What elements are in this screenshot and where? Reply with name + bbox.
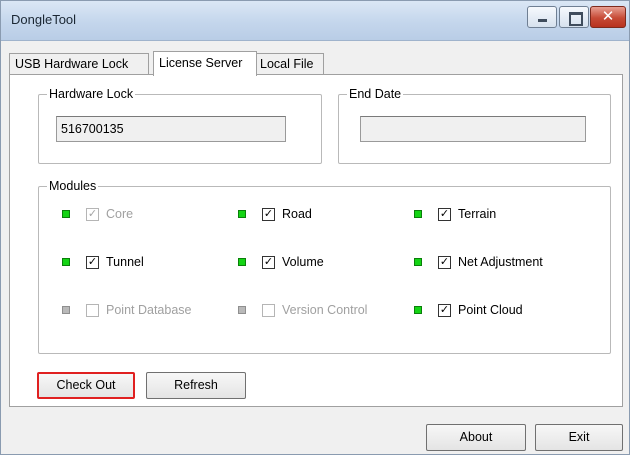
exit-button[interactable]: Exit	[535, 424, 623, 451]
check-icon: ✓	[263, 207, 274, 220]
module-checkbox[interactable]: ✓	[86, 255, 99, 269]
check-icon: ✓	[87, 207, 98, 220]
module-volume[interactable]: ✓ Volume	[238, 254, 324, 270]
modules-legend: Modules	[47, 179, 99, 193]
status-led-icon	[414, 306, 422, 314]
check-icon: ✓	[439, 207, 450, 220]
status-led-icon	[414, 258, 422, 266]
module-label: Tunnel	[106, 255, 144, 269]
status-led-icon	[62, 210, 70, 218]
status-led-icon	[62, 306, 70, 314]
module-label: Volume	[282, 255, 324, 269]
title-bar[interactable]: DongleTool ✕	[1, 1, 629, 41]
minimize-button[interactable]	[527, 6, 557, 28]
close-icon: ✕	[601, 8, 615, 25]
module-tunnel[interactable]: ✓ Tunnel	[62, 254, 144, 270]
hardware-lock-legend: Hardware Lock	[47, 87, 136, 101]
module-terrain[interactable]: ✓ Terrain	[414, 206, 496, 222]
check-icon: ✓	[87, 255, 98, 268]
status-led-icon	[62, 258, 70, 266]
module-checkbox[interactable]: ✓	[262, 255, 275, 269]
module-label: Terrain	[458, 207, 497, 221]
end-date-group: End Date	[338, 87, 611, 164]
module-label: Version Control	[282, 303, 368, 317]
module-label: Core	[106, 207, 134, 221]
window-title: DongleTool	[11, 12, 77, 27]
check-icon: ✓	[439, 303, 450, 316]
refresh-button[interactable]: Refresh	[146, 372, 246, 399]
module-checkbox	[86, 303, 99, 317]
module-checkbox	[262, 303, 275, 317]
close-button[interactable]: ✕	[590, 6, 626, 28]
module-label: Point Database	[106, 303, 192, 317]
dongletool-window: DongleTool ✕ USB Hardware Lock License S…	[0, 0, 630, 455]
module-point-cloud[interactable]: ✓ Point Cloud	[414, 302, 523, 318]
module-label: Road	[282, 207, 312, 221]
module-checkbox[interactable]: ✓	[262, 207, 275, 221]
check-icon: ✓	[263, 255, 274, 268]
hardware-lock-field[interactable]: 516700135	[56, 116, 286, 142]
module-label: Net Adjustment	[458, 255, 543, 269]
module-checkbox[interactable]: ✓	[438, 303, 451, 317]
tab-local-file[interactable]: Local File	[254, 53, 324, 74]
module-net-adjustment[interactable]: ✓ Net Adjustment	[414, 254, 543, 270]
check-out-button[interactable]: Check Out	[37, 372, 135, 399]
status-led-icon	[414, 210, 422, 218]
hardware-lock-group: Hardware Lock 516700135	[38, 87, 322, 164]
module-checkbox: ✓	[86, 207, 99, 221]
module-checkbox[interactable]: ✓	[438, 255, 451, 269]
maximize-button[interactable]	[559, 6, 589, 28]
module-label: Point Cloud	[458, 303, 523, 317]
end-date-field[interactable]	[360, 116, 586, 142]
tab-license-server[interactable]: License Server	[153, 51, 257, 76]
check-icon: ✓	[439, 255, 450, 268]
status-led-icon	[238, 306, 246, 314]
license-server-panel: Hardware Lock 516700135 End Date Modules…	[9, 74, 623, 407]
status-led-icon	[238, 258, 246, 266]
end-date-legend: End Date	[347, 87, 404, 101]
about-button[interactable]: About	[426, 424, 526, 451]
module-version-control: Version Control	[238, 302, 367, 318]
status-led-icon	[238, 210, 246, 218]
tab-usb-hardware-lock[interactable]: USB Hardware Lock	[9, 53, 149, 74]
module-checkbox[interactable]: ✓	[438, 207, 451, 221]
module-road[interactable]: ✓ Road	[238, 206, 312, 222]
module-core: ✓ Core	[62, 206, 133, 222]
module-point-database: Point Database	[62, 302, 191, 318]
modules-group: Modules ✓ Core ✓ Road ✓ Terrain ✓ Tunnel ✓ Volume…	[38, 179, 611, 354]
